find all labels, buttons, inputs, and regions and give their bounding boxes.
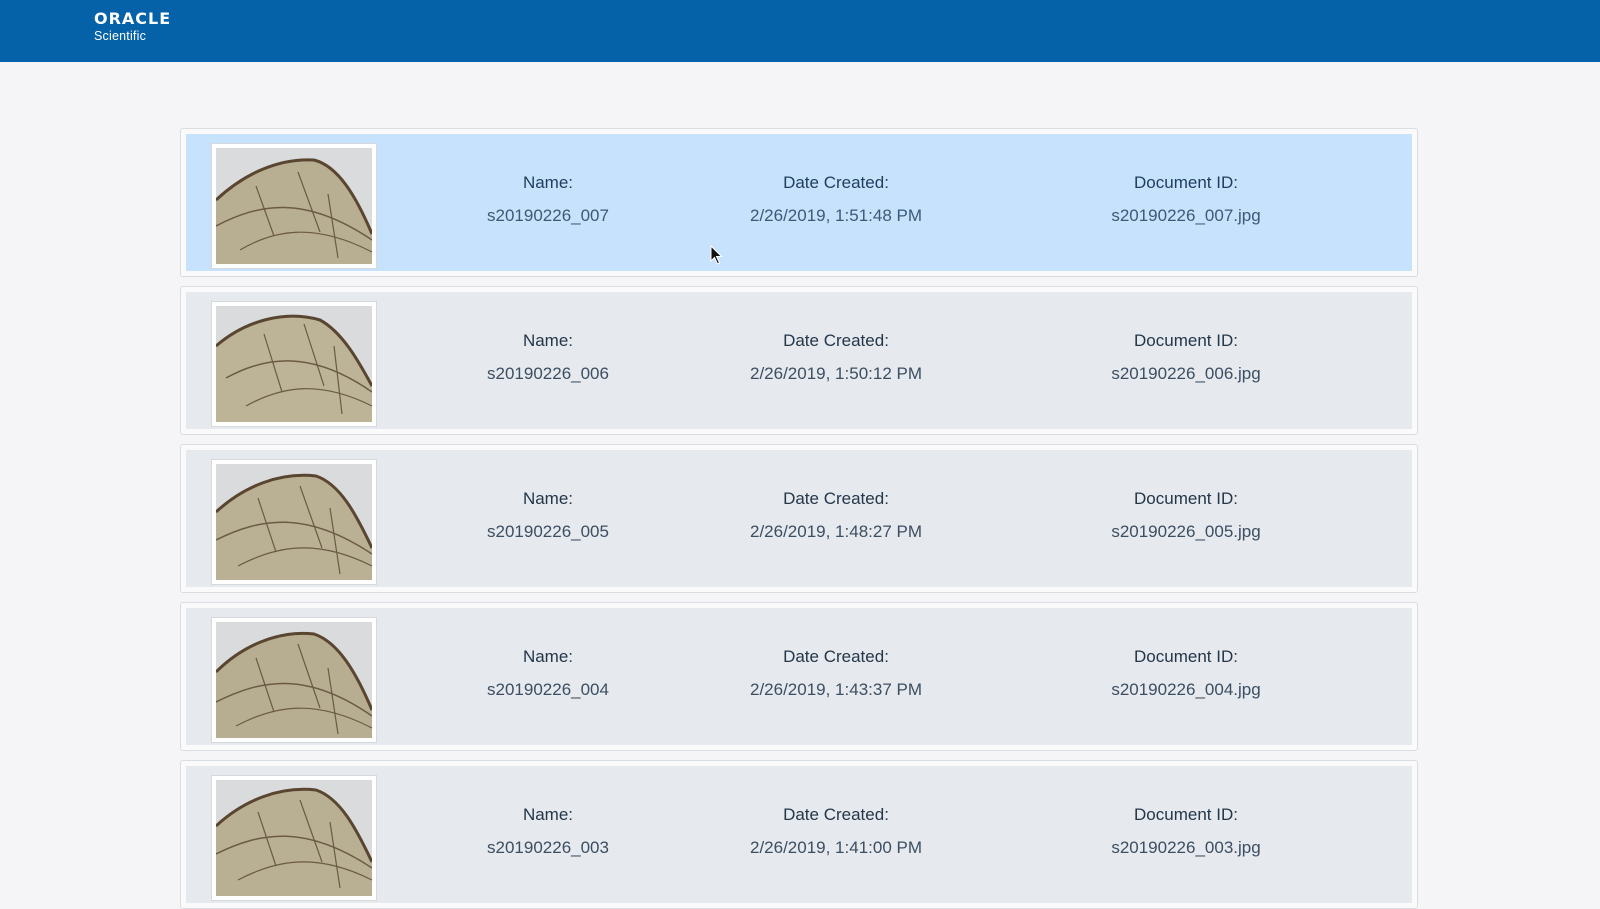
document-thumbnail[interactable] <box>211 775 377 901</box>
document-row-body[interactable]: Name: s20190226_005 Date Created: 2/26/2… <box>186 450 1412 587</box>
document-id-field: Document ID: s20190226_005.jpg <box>1066 488 1306 543</box>
document-row-body[interactable]: Name: s20190226_004 Date Created: 2/26/2… <box>186 608 1412 745</box>
document-name-field: Name: s20190226_007 <box>448 172 648 227</box>
document-thumbnail[interactable] <box>211 617 377 743</box>
document-row[interactable]: Name: s20190226_005 Date Created: 2/26/2… <box>180 444 1418 593</box>
document-row[interactable]: Name: s20190226_006 Date Created: 2/26/2… <box>180 286 1418 435</box>
document-date: 2/26/2019, 1:50:12 PM <box>749 364 923 383</box>
document-row[interactable]: Name: s20190226_007 Date Created: 2/26/2… <box>180 128 1418 277</box>
document-row-body[interactable]: Name: s20190226_003 Date Created: 2/26/2… <box>186 766 1412 903</box>
document-name: s20190226_005 <box>487 522 609 541</box>
document-id: s20190226_007.jpg <box>1111 206 1261 225</box>
document-date: 2/26/2019, 1:41:00 PM <box>749 838 923 857</box>
date-created-label: Date Created: <box>783 173 889 192</box>
oracle-scientific-logo[interactable]: ORACLE Scientific <box>94 10 171 44</box>
date-created-label: Date Created: <box>783 489 889 508</box>
name-label: Name: <box>522 647 574 666</box>
insect-wing-image <box>216 148 372 264</box>
date-created-label: Date Created: <box>783 331 889 350</box>
document-date-field: Date Created: 2/26/2019, 1:43:37 PM <box>716 646 956 701</box>
document-id-label: Document ID: <box>1134 647 1238 666</box>
insect-wing-image <box>216 622 372 738</box>
document-name-field: Name: s20190226_005 <box>448 488 648 543</box>
document-id-label: Document ID: <box>1134 805 1238 824</box>
logo-product: Scientific <box>94 29 147 43</box>
document-row-body[interactable]: Name: s20190226_006 Date Created: 2/26/2… <box>186 292 1412 429</box>
insect-wing-image <box>216 780 372 896</box>
logo-brand: ORACLE <box>94 9 172 28</box>
document-id-label: Document ID: <box>1134 489 1238 508</box>
document-name-field: Name: s20190226_004 <box>448 646 648 701</box>
document-id: s20190226_003.jpg <box>1111 838 1261 857</box>
app-header: ORACLE Scientific <box>0 0 1600 62</box>
document-thumbnail[interactable] <box>211 301 377 427</box>
document-thumbnail[interactable] <box>211 459 377 585</box>
date-created-label: Date Created: <box>783 647 889 666</box>
name-label: Name: <box>522 331 574 350</box>
document-date-field: Date Created: 2/26/2019, 1:51:48 PM <box>716 172 956 227</box>
mouse-pointer-icon <box>710 245 723 265</box>
document-name-field: Name: s20190226_006 <box>448 330 648 385</box>
document-id: s20190226_005.jpg <box>1111 522 1261 541</box>
document-id-field: Document ID: s20190226_003.jpg <box>1066 804 1306 859</box>
document-id-label: Document ID: <box>1134 173 1238 192</box>
document-date-field: Date Created: 2/26/2019, 1:48:27 PM <box>716 488 956 543</box>
document-id-field: Document ID: s20190226_004.jpg <box>1066 646 1306 701</box>
document-name-field: Name: s20190226_003 <box>448 804 648 859</box>
document-date: 2/26/2019, 1:51:48 PM <box>749 206 923 225</box>
document-name: s20190226_003 <box>487 838 609 857</box>
document-id: s20190226_006.jpg <box>1111 364 1261 383</box>
document-date-field: Date Created: 2/26/2019, 1:50:12 PM <box>716 330 956 385</box>
document-date: 2/26/2019, 1:43:37 PM <box>749 680 923 699</box>
insect-wing-image <box>216 464 372 580</box>
document-id-field: Document ID: s20190226_007.jpg <box>1066 172 1306 227</box>
name-label: Name: <box>522 173 574 192</box>
document-date-field: Date Created: 2/26/2019, 1:41:00 PM <box>716 804 956 859</box>
document-row[interactable]: Name: s20190226_004 Date Created: 2/26/2… <box>180 602 1418 751</box>
name-label: Name: <box>522 805 574 824</box>
document-row-body[interactable]: Name: s20190226_007 Date Created: 2/26/2… <box>186 134 1412 271</box>
document-name: s20190226_007 <box>487 206 609 225</box>
document-id-label: Document ID: <box>1134 331 1238 350</box>
document-row[interactable]: Name: s20190226_003 Date Created: 2/26/2… <box>180 760 1418 909</box>
document-name: s20190226_006 <box>487 364 609 383</box>
date-created-label: Date Created: <box>783 805 889 824</box>
document-date: 2/26/2019, 1:48:27 PM <box>749 522 923 541</box>
document-id: s20190226_004.jpg <box>1111 680 1261 699</box>
document-id-field: Document ID: s20190226_006.jpg <box>1066 330 1306 385</box>
insect-wing-image <box>216 306 372 422</box>
document-name: s20190226_004 <box>487 680 609 699</box>
document-thumbnail[interactable] <box>211 143 377 269</box>
name-label: Name: <box>522 489 574 508</box>
